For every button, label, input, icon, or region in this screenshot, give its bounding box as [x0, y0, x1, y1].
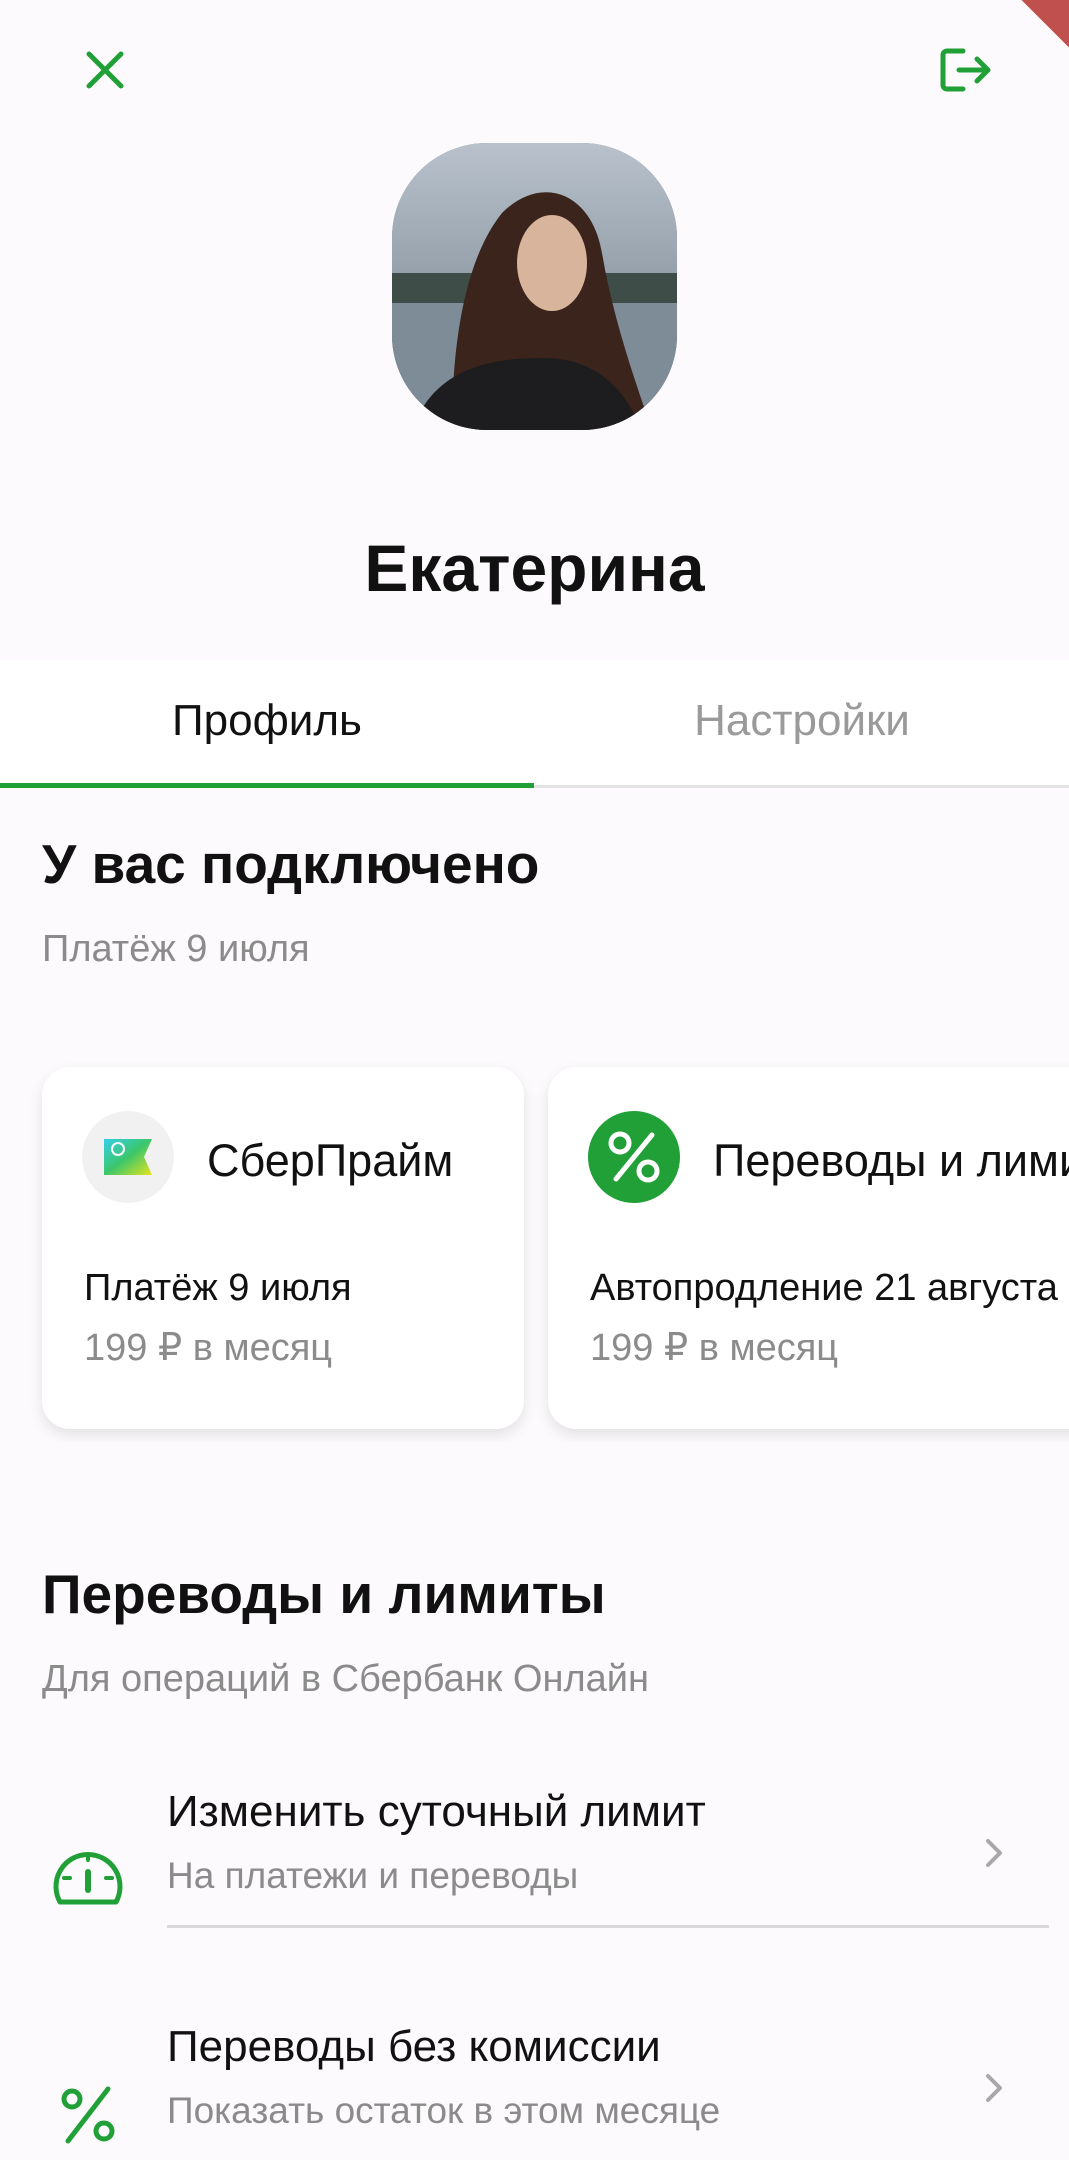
close-icon	[86, 51, 124, 89]
speedometer-icon	[48, 1840, 128, 1920]
logout-button[interactable]	[922, 25, 1012, 115]
card-price: 199 ₽ в месяц	[590, 1327, 839, 1369]
chevron-right-icon	[979, 1833, 1009, 1873]
avatar-photo	[392, 143, 677, 430]
limits-title: Переводы и лимиты	[42, 1563, 606, 1625]
tab-settings[interactable]: Настройки	[535, 660, 1069, 782]
change-daily-limit-row[interactable]: Изменить суточный лимит На платежи и пер…	[0, 1745, 1069, 1945]
subscriptions-title: У вас подключено	[42, 833, 540, 895]
row-title: Переводы без комиссии	[167, 2022, 661, 2071]
close-button[interactable]	[60, 25, 150, 115]
percent-icon	[588, 1111, 680, 1203]
tab-indicator	[0, 783, 534, 788]
limits-subtitle: Для операций в Сбербанк Онлайн	[42, 1658, 649, 1700]
profile-screen: Екатерина Профиль Настройки У вас подклю…	[0, 0, 1069, 2160]
chevron-right-icon	[979, 2068, 1009, 2108]
row-subtitle: Показать остаток в этом месяце	[167, 2090, 721, 2131]
tab-bar: Профиль Настройки	[0, 660, 1069, 788]
subscriptions-carousel[interactable]: СберПрайм Платёж 9 июля 199 ₽ в месяц Пе…	[0, 1062, 1069, 1442]
free-transfers-row[interactable]: Переводы без комиссии Показать остаток в…	[0, 1980, 1069, 2160]
card-renewal-date: Автопродление 21 августа	[590, 1267, 1058, 1309]
percent-icon	[48, 2075, 128, 2155]
subscription-card-sberprime[interactable]: СберПрайм Платёж 9 июля 199 ₽ в месяц	[42, 1067, 524, 1429]
row-subtitle: На платежи и переводы	[167, 1855, 579, 1896]
logout-icon	[940, 48, 991, 92]
tab-profile[interactable]: Профиль	[0, 660, 534, 782]
user-name: Екатерина	[364, 531, 705, 605]
card-payment-date: Платёж 9 июля	[84, 1267, 352, 1309]
card-title: СберПрайм	[207, 1135, 454, 1186]
avatar[interactable]	[392, 143, 677, 430]
card-price: 199 ₽ в месяц	[84, 1327, 333, 1369]
row-divider	[167, 1925, 1049, 1928]
subscriptions-subtitle: Платёж 9 июля	[42, 928, 310, 970]
row-title: Изменить суточный лимит	[167, 1787, 706, 1836]
card-title: Переводы и лимиты	[713, 1135, 1069, 1186]
sberprime-icon	[82, 1111, 174, 1203]
subscription-card-transfers[interactable]: Переводы и лимиты Автопродление 21 авгус…	[548, 1067, 1069, 1429]
